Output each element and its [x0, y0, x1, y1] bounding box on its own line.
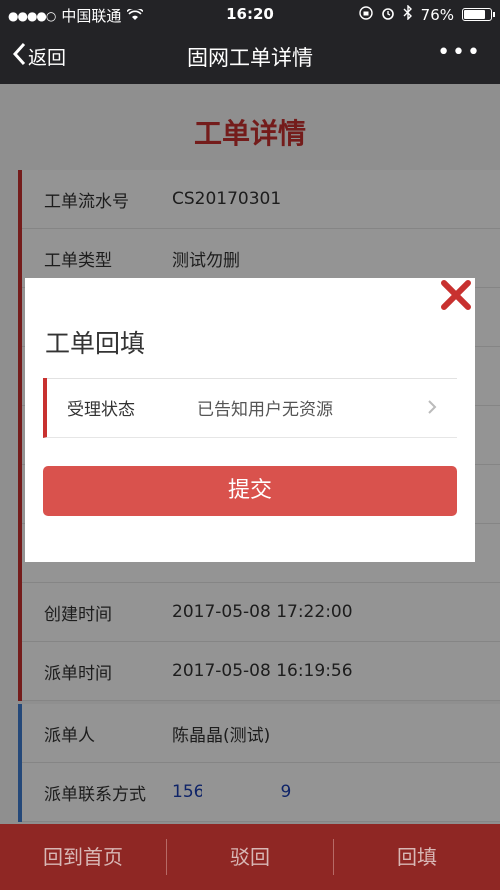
nav-bar: 返回 固网工单详情 •••: [0, 28, 500, 84]
chevron-right-icon: [427, 396, 457, 420]
fill-button[interactable]: 回填: [334, 824, 500, 890]
page-title: 固网工单详情: [187, 46, 313, 70]
dialog-title: 工单回填: [45, 329, 146, 358]
close-icon[interactable]: [439, 278, 473, 312]
battery-icon: [462, 8, 495, 21]
battery-percent: 76%: [420, 5, 454, 24]
status-bar: ●●●●○ 中国联通 16:20 76%: [0, 0, 500, 28]
rotation-lock-icon: [358, 5, 373, 24]
status-select[interactable]: 受理状态 已告知用户无资源: [43, 378, 457, 438]
status-value: 已告知用户无资源: [197, 400, 333, 420]
bottom-action-bar: 回到首页 驳回 回填: [0, 824, 500, 890]
more-menu-button[interactable]: •••: [437, 40, 482, 65]
backfill-dialog: 工单回填 受理状态 已告知用户无资源 提交: [25, 278, 475, 562]
submit-button[interactable]: 提交: [43, 466, 457, 516]
home-button[interactable]: 回到首页: [0, 824, 166, 890]
reject-button[interactable]: 驳回: [167, 824, 333, 890]
bluetooth-icon: [403, 4, 413, 24]
alarm-icon: [381, 6, 395, 24]
status-label: 受理状态: [67, 400, 135, 420]
